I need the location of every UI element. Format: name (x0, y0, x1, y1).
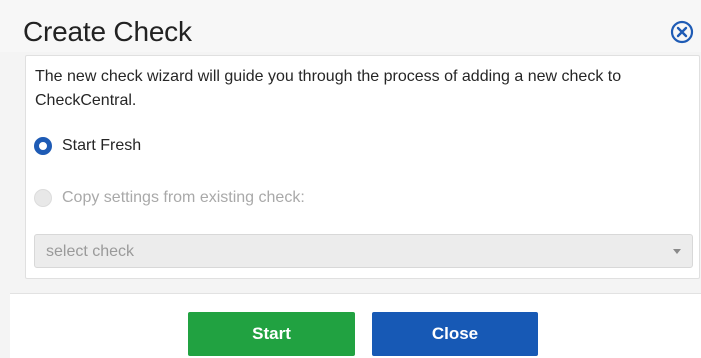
start-fresh-option[interactable]: Start Fresh (34, 134, 141, 158)
select-check-value: select check (46, 243, 135, 260)
close-button[interactable]: Close (372, 312, 538, 356)
dialog-title: Create Check (23, 16, 192, 47)
dialog-header: Create Check (0, 0, 701, 52)
copy-existing-label: Copy settings from existing check: (62, 189, 305, 206)
dialog-content-panel: The new check wizard will guide you thro… (25, 55, 700, 279)
dialog-footer: Start Close (10, 294, 701, 358)
select-check-dropdown: select check (34, 234, 693, 268)
close-circle-x-icon[interactable] (670, 20, 694, 44)
dropdown-arrow-icon (673, 249, 681, 254)
start-fresh-label: Start Fresh (62, 137, 142, 154)
start-fresh-radio[interactable] (34, 137, 52, 155)
copy-existing-radio (34, 189, 52, 207)
create-check-dialog: Create Check The new check wizard will g… (0, 0, 701, 358)
wizard-description: The new check wizard will guide you thro… (35, 68, 622, 109)
start-button[interactable]: Start (188, 312, 355, 356)
copy-existing-option: Copy settings from existing check: (34, 186, 305, 210)
